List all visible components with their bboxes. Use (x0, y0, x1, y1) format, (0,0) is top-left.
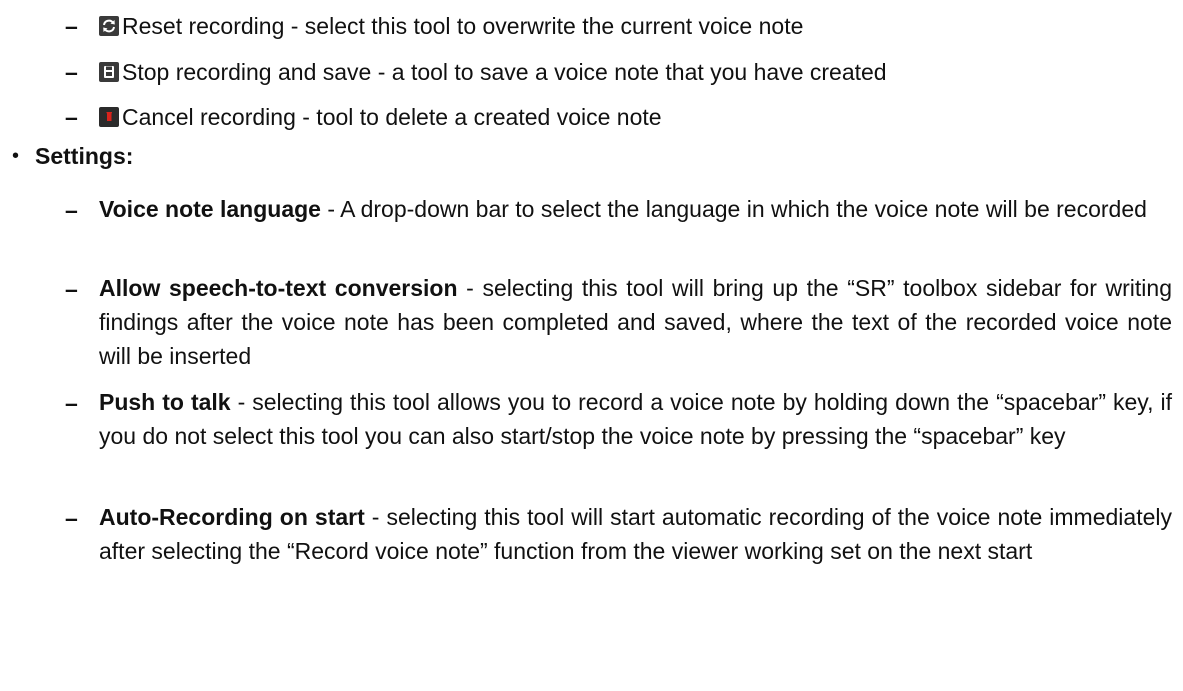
tool-item-label: Cancel recording - tool to delete a crea… (122, 104, 662, 130)
list-bullet: • (12, 145, 20, 167)
setting-speech-to-text: Allow speech-to-text conversion - select… (99, 271, 1172, 373)
setting-auto-recording: Auto-Recording on start - selecting this… (99, 500, 1172, 568)
tool-item-cancel: Cancel recording - tool to delete a crea… (99, 102, 662, 133)
tool-item-save: Stop recording and save - a tool to save… (99, 57, 887, 88)
trash-icon (99, 107, 119, 127)
list-dash: – (65, 276, 78, 302)
list-dash: – (65, 197, 78, 223)
reset-icon (99, 16, 119, 36)
setting-term: Push to talk (99, 389, 231, 415)
setting-term: Allow speech-to-text conversion (99, 275, 458, 301)
document-page: – Reset recording - select this tool to … (0, 0, 1183, 691)
save-icon (99, 62, 119, 82)
list-dash: – (65, 59, 78, 85)
setting-voice-note-language: Voice note language - A drop-down bar to… (99, 192, 1172, 226)
setting-term: Voice note language (99, 196, 321, 222)
setting-term: Auto-Recording on start (99, 504, 365, 530)
tool-item-label: Stop recording and save - a tool to save… (122, 59, 887, 85)
settings-heading: Settings: (35, 143, 134, 169)
setting-push-to-talk: Push to talk - selecting this tool allow… (99, 385, 1172, 453)
list-dash: – (65, 13, 78, 39)
setting-description: - A drop-down bar to select the language… (320, 196, 1147, 222)
list-dash: – (65, 505, 78, 531)
tool-item-reset: Reset recording - select this tool to ov… (99, 11, 803, 42)
list-dash: – (65, 390, 78, 416)
tool-item-label: Reset recording - select this tool to ov… (122, 13, 804, 39)
list-dash: – (65, 104, 78, 130)
setting-description: - selecting this tool allows you to reco… (99, 389, 1172, 449)
